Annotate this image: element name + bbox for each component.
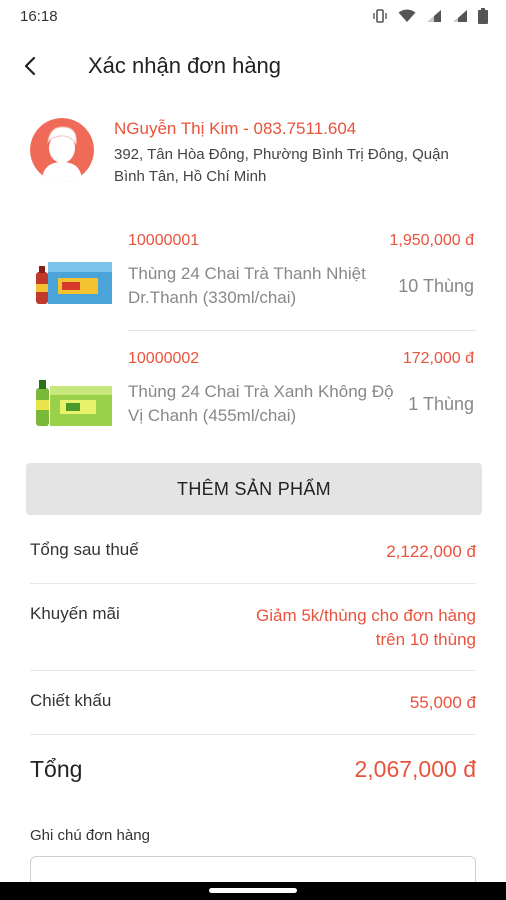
product-divider (128, 330, 476, 331)
promotion-row: Khuyến mãi Giảm 5k/thùng cho đơn hàng tr… (30, 604, 476, 654)
after-tax-row: Tổng sau thuế 2,122,000 đ (30, 540, 476, 566)
discount-value: 55,000 đ (409, 693, 476, 712)
page-title: Xác nhận đơn hàng (88, 53, 282, 78)
product-price: 172,000 đ (402, 350, 474, 367)
product-price: 1,950,000 đ (389, 232, 474, 249)
app-bar: Xác nhận đơn hàng (0, 32, 506, 100)
product-name: Thùng 24 Chai Trà Xanh Không Độ Vị Chanh… (128, 382, 394, 425)
vibrate-icon (373, 9, 387, 23)
product-name: Thùng 24 Chai Trà Thanh Nhiệt Dr.Thanh (… (128, 264, 366, 307)
product-item[interactable]: 10000001 1,950,000 đ Thùng 24 Chai Trà T… (30, 222, 476, 334)
promotion-value: Giảm 5k/thùng cho đơn hàng trên 10 thùng (256, 606, 477, 649)
battery-icon (478, 8, 488, 24)
total-label: Tổng (30, 756, 83, 782)
order-note-label: Ghi chú đơn hàng (30, 827, 150, 844)
divider (30, 583, 476, 584)
after-tax-value: 2,122,000 đ (386, 542, 476, 561)
discount-row: Chiết khấu 55,000 đ (30, 691, 476, 717)
product-item[interactable]: 10000002 172,000 đ Thùng 24 Chai Trà Xan… (30, 340, 476, 452)
promotion-label: Khuyến mãi (30, 604, 120, 623)
divider (30, 734, 476, 735)
product-image (36, 262, 112, 304)
avatar (30, 118, 94, 182)
total-value: 2,067,000 đ (354, 756, 476, 782)
status-icons (372, 8, 488, 24)
status-time: 16:18 (20, 7, 58, 25)
product-image (36, 380, 112, 426)
discount-label: Chiết khấu (30, 691, 112, 710)
divider (30, 670, 476, 671)
product-sku: 10000001 (128, 232, 200, 249)
after-tax-label: Tổng sau thuế (30, 540, 139, 559)
user-avatar-icon (30, 118, 94, 182)
customer-name: NGuyễn Thị Kim - 083.7511.604 (114, 119, 357, 138)
signal-icon-2 (453, 10, 467, 22)
status-bar: 16:18 (0, 0, 506, 32)
wifi-icon (398, 9, 416, 22)
customer-address: 392, Tân Hòa Đông, Phường Bình Trị Đông,… (114, 146, 449, 185)
customer-card[interactable]: NGuyễn Thị Kim - 083.7511.604 392, Tân H… (30, 118, 480, 188)
product-quantity: 10 Thùng (398, 276, 474, 296)
product-sku: 10000002 (128, 350, 200, 367)
back-button[interactable] (0, 32, 60, 100)
add-product-button[interactable]: THÊM SẢN PHẨM (26, 463, 482, 515)
home-gesture-handle[interactable] (209, 888, 297, 893)
chevron-left-icon (24, 56, 36, 76)
signal-icon (427, 10, 441, 22)
product-quantity: 1 Thùng (408, 394, 474, 414)
